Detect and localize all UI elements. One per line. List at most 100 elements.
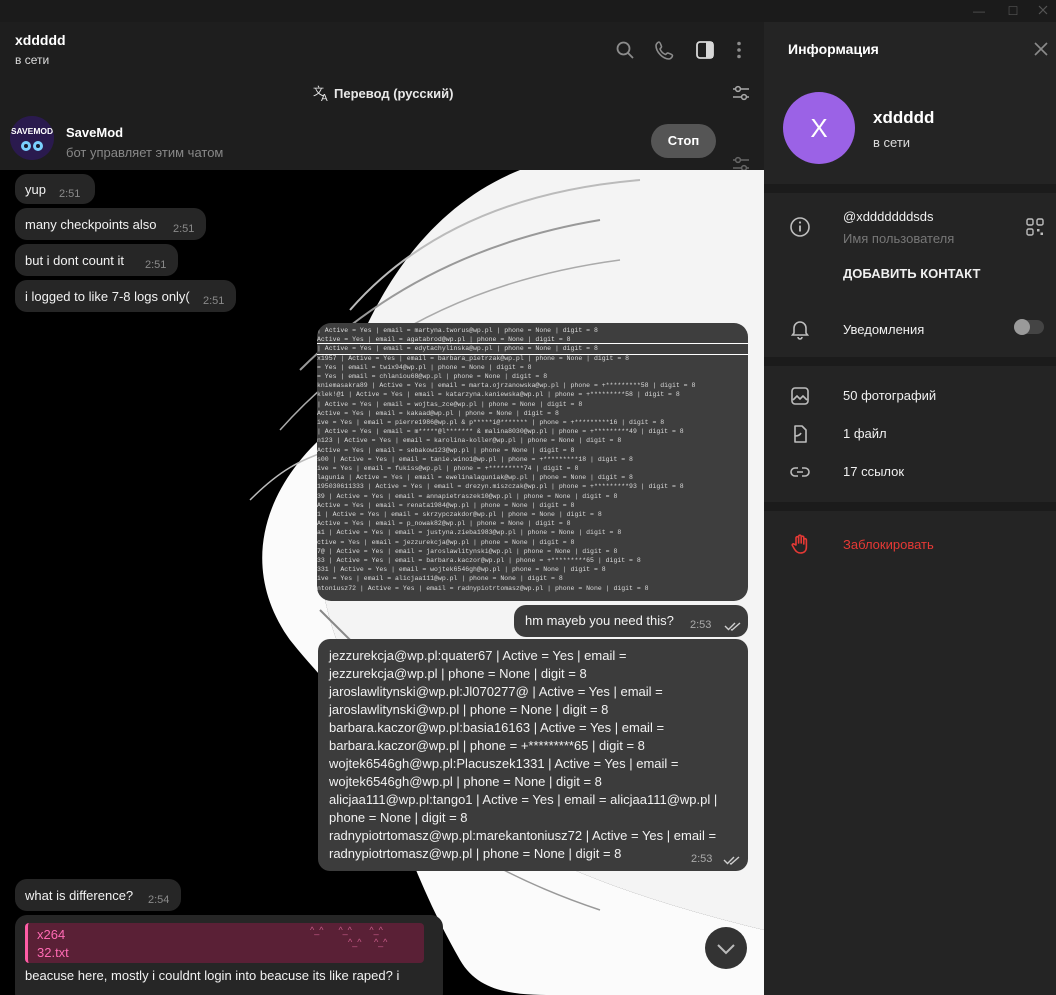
screenshot-log-line: = Yes | email = chlaniou68@wp.pl | phone… <box>317 373 548 381</box>
screenshot-log-line: s00 | Active = Yes | email = tanie.wino1… <box>317 455 633 463</box>
message-time: 2:51 <box>203 295 225 307</box>
qr-code-icon[interactable] <box>1026 218 1044 241</box>
divider <box>764 502 1056 511</box>
screenshot-log-line: | Active = Yes | email = martyna.tworus@… <box>317 327 598 334</box>
profile-name: xddddd <box>873 108 935 127</box>
toggle-knob <box>1014 319 1030 335</box>
photo-icon <box>788 384 812 408</box>
info-title: Информация <box>788 41 879 57</box>
photos-link[interactable]: 50 фотографий <box>843 388 936 403</box>
chat-pane: xddddd в сети 文A Перевод (русский) SAVEM… <box>0 22 764 995</box>
screenshot-log-line: klek!@1 | Active = Yes | email = katarzy… <box>317 391 680 399</box>
translate-settings-icon[interactable] <box>731 83 751 108</box>
message-text: jezzurekcja@wp.pl:quater67 | Active = Ye… <box>329 647 744 863</box>
links-link[interactable]: 17 ссылок <box>843 464 904 479</box>
screenshot-log-line: ctive = Yes | email = jezzurekcja@wp.pl … <box>317 538 575 546</box>
screenshot-log-line: Active = Yes | email = sebakow123@wp.pl … <box>317 446 575 454</box>
message-bubble[interactable]: but i dont count it 2:51 <box>15 244 178 276</box>
screenshot-log-line: = Yes | email = twix94@wp.pl | phone = N… <box>317 363 532 371</box>
screenshot-log-line: ntoniusz72 | Active = Yes | email = radn… <box>317 584 649 592</box>
screenshot-highlight-line <box>317 343 748 355</box>
scroll-down-button[interactable] <box>705 927 747 969</box>
translate-icon: 文A <box>313 84 331 107</box>
maximize-button[interactable]: ☐ <box>998 2 1028 20</box>
file-icon <box>788 422 812 446</box>
info-panel: Информация X xddddd в сети @xdddddddsds … <box>764 22 1056 995</box>
svg-text:A: A <box>321 93 328 102</box>
message-bubble[interactable]: what is difference? 2:54 <box>15 879 181 911</box>
message-bubble[interactable]: many checkpoints also 2:51 <box>15 208 206 240</box>
close-window-button[interactable] <box>1028 2 1056 20</box>
profile-status: в сети <box>873 135 911 150</box>
message-time: 2:51 <box>145 259 167 271</box>
screenshot-log-line: 7@ | Active = Yes | email = jaroslawlity… <box>317 547 618 555</box>
message-time: 2:53 <box>691 853 713 865</box>
username[interactable]: @xdddddddsds <box>843 209 934 224</box>
bot-description: бот управляет этим чатом <box>66 145 224 160</box>
bot-control-bar: SAVEMOD SaveMod бот управляет этим чатом… <box>0 110 764 172</box>
screenshot-log-line: a1 | Active = Yes | email = justyna.zieb… <box>317 529 622 537</box>
minimize-button[interactable]: — <box>964 2 994 20</box>
screenshot-log-line: kniemasakra89 | Active = Yes | email = m… <box>317 382 696 390</box>
message-bubble[interactable]: i logged to like 7-8 logs only( 2:51 <box>15 280 236 312</box>
screenshot-log-line: 39 | Active = Yes | email = annapietrasz… <box>317 492 618 500</box>
message-text: yup <box>25 182 46 197</box>
quote-author: x264 <box>37 927 66 942</box>
quote-file: 32.txt <box>37 945 69 960</box>
message-time: 2:54 <box>148 894 170 906</box>
message-bubble-reply[interactable]: x264 32.txt ^_^ ^_^ ^_^ ^_^ ^_^ beacuse … <box>15 915 443 995</box>
message-bubble[interactable]: yup 2:51 <box>15 174 95 204</box>
screenshot-image-message[interactable]: | Active = Yes | email = martyna.tworus@… <box>317 323 748 601</box>
divider <box>764 184 1056 193</box>
message-text: many checkpoints also <box>25 217 157 232</box>
message-text-line: jezzurekcja@wp.pl:quater67 | Active = Ye… <box>329 648 627 663</box>
chat-title[interactable]: xddddd <box>15 32 66 48</box>
message-time: 2:51 <box>173 223 195 235</box>
reply-quote[interactable]: x264 32.txt ^_^ ^_^ ^_^ ^_^ ^_^ <box>25 923 424 963</box>
add-contact-button[interactable]: ДОБАВИТЬ КОНТАКТ <box>843 266 980 281</box>
close-icon <box>1038 5 1048 15</box>
notifications-toggle[interactable] <box>1014 319 1044 335</box>
double-check-icon <box>724 619 742 634</box>
bot-name[interactable]: SaveMod <box>66 125 123 140</box>
bot-avatar[interactable]: SAVEMOD <box>10 116 54 160</box>
translate-bar: 文A Перевод (русский) <box>0 78 764 110</box>
screenshot-log-line: | Active = Yes | email = wojtas_zce@wp.p… <box>317 400 583 408</box>
screenshot-log-line: Active = Yes | email = renata1984@wp.pl … <box>317 501 575 509</box>
message-text-line: jaroslawlitynski@wp.pl | phone = None | … <box>329 702 609 717</box>
message-text: beacuse here, mostly i couldnt login int… <box>25 968 400 983</box>
quote-decoration: ^_^ ^_^ ^_^ <box>310 925 383 935</box>
message-text-line: wojtek6546gh@wp.pl:Placuszek1331 | Activ… <box>329 756 679 771</box>
stop-bot-button[interactable]: Стоп <box>651 124 716 158</box>
message-bubble-outgoing[interactable]: hm mayeb you need this? 2:53 <box>514 605 748 637</box>
message-text: but i dont count it <box>25 253 125 268</box>
phone-icon[interactable] <box>654 39 676 61</box>
more-icon[interactable] <box>728 39 750 61</box>
screenshot-log-line: 1 | Active = Yes | email = skrzypczakdor… <box>317 511 602 519</box>
screenshot-log-text: | Active = Yes | email = martyna.tworus@… <box>317 326 748 593</box>
screenshot-log-line: | Active = Yes | email = m*****@l*******… <box>317 428 684 436</box>
message-text-line: radnypiotrtomasz@wp.pl:marekantoniusz72 … <box>329 828 717 843</box>
files-link[interactable]: 1 файл <box>843 426 887 441</box>
screenshot-log-line: ive = Yes | email = alicjaa111@wp.pl | p… <box>317 575 563 583</box>
screenshot-log-line: ive = Yes | email = fukiss@wp.pl | phone… <box>317 465 579 473</box>
sidebar-toggle-icon[interactable] <box>694 39 716 61</box>
block-user-button[interactable]: Заблокировать <box>843 537 934 552</box>
message-text-line: phone = None | digit = 8 <box>329 810 468 825</box>
avatar[interactable]: X <box>783 92 855 164</box>
divider <box>764 357 1056 366</box>
block-hand-icon <box>788 532 812 556</box>
search-icon[interactable] <box>614 39 636 61</box>
link-icon <box>788 460 812 484</box>
quote-decoration: ^_^ ^_^ <box>348 937 388 947</box>
screenshot-log-line: ive = Yes | email = pierre1986@wp.pl & p… <box>317 419 665 427</box>
close-icon[interactable] <box>1032 40 1050 58</box>
double-check-icon <box>723 853 741 868</box>
message-text: hm mayeb you need this? <box>525 613 674 628</box>
message-text-line: barbara.kaczor@wp.pl | phone = +********… <box>329 738 645 753</box>
translate-button[interactable]: Перевод (русский) <box>334 86 453 101</box>
message-bubble-outgoing[interactable]: jezzurekcja@wp.pl:quater67 | Active = Ye… <box>318 639 748 871</box>
username-label: Имя пользователя <box>843 231 955 246</box>
message-text-line: alicjaa111@wp.pl:tango1 | Active = Yes |… <box>329 792 718 807</box>
chat-header: xddddd в сети <box>0 22 764 78</box>
